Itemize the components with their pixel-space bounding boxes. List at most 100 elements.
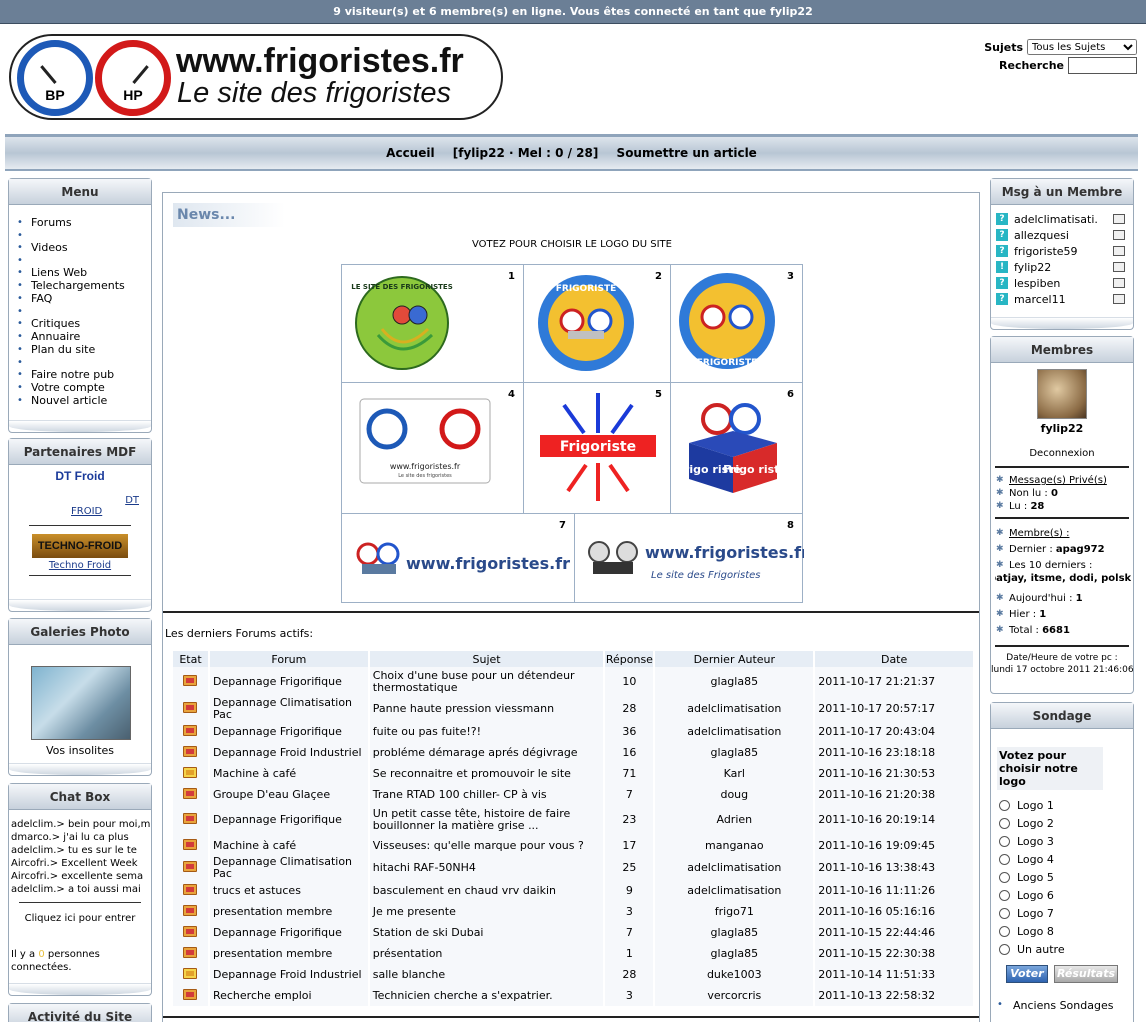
poll-option[interactable]: Logo 1 xyxy=(991,796,1133,814)
last-author-link[interactable]: adelclimatisation xyxy=(654,856,816,880)
forum-name-link[interactable]: Depannage Frigorifique xyxy=(208,922,370,943)
old-polls-link[interactable]: • Anciens Sondages xyxy=(997,999,1113,1012)
radio-button[interactable] xyxy=(999,853,1010,865)
radio-button[interactable] xyxy=(999,889,1010,901)
gallery-photo[interactable] xyxy=(31,666,131,740)
old-polls-label[interactable]: Anciens Sondages xyxy=(1013,999,1113,1012)
member-message-item[interactable]: ? frigoriste59 xyxy=(996,243,1133,259)
table-row[interactable]: Depannage Frigorifique Station de ski Dub… xyxy=(173,922,975,943)
last-author-link[interactable]: Karl xyxy=(654,763,816,784)
last-author-link[interactable]: adelclimatisation xyxy=(654,880,816,901)
menu-item-plan-du-site[interactable]: Plan du site xyxy=(17,343,151,356)
results-button[interactable]: Résultats xyxy=(1054,965,1118,983)
menu-item-telechargements[interactable]: Telechargements xyxy=(17,279,151,292)
topic-link[interactable]: fuite ou pas fuite!?! xyxy=(368,721,606,742)
topic-link[interactable]: hitachi RAF-50NH4 xyxy=(368,856,606,880)
forum-name-link[interactable]: Groupe D'eau Glaçee xyxy=(208,784,370,805)
poll-option-label[interactable]: Logo 5 xyxy=(1017,871,1054,884)
forum-name-link[interactable]: Depannage Froid Industriel xyxy=(208,964,370,985)
radio-button[interactable] xyxy=(999,871,1010,883)
poll-option-label[interactable]: Logo 2 xyxy=(1017,817,1054,830)
menu-item-votre-compte[interactable]: Votre compte xyxy=(17,381,151,394)
forum-name-link[interactable]: Machine à café xyxy=(208,835,370,856)
menu-item-faire-notre-pub[interactable]: Faire notre pub xyxy=(17,368,151,381)
table-row[interactable]: Machine à café Se reconnaitre et promouvo… xyxy=(173,763,975,784)
logo-option-5[interactable]: 5 Frigoriste xyxy=(523,382,671,514)
envelope-icon[interactable] xyxy=(1113,262,1125,272)
poll-option-label[interactable]: Logo 4 xyxy=(1017,853,1054,866)
topic-link[interactable]: probléme démarage aprés dégivrage xyxy=(368,742,606,763)
menu-item-videos[interactable]: Videos xyxy=(17,241,151,254)
member-name[interactable]: fylip22 xyxy=(1014,261,1051,274)
logo-option-7[interactable]: 7 www.frigoristes.fr xyxy=(341,513,575,603)
table-row[interactable]: presentation membre présentation 1 glagla85… xyxy=(173,943,975,964)
member-name[interactable]: adelclimatisati. xyxy=(1014,213,1098,226)
poll-option[interactable]: Logo 8 xyxy=(991,922,1133,940)
table-row[interactable]: Depannage Froid Industriel salle blanche 2… xyxy=(173,964,975,985)
envelope-icon[interactable] xyxy=(1113,214,1125,224)
forum-name-link[interactable]: presentation membre xyxy=(208,943,370,964)
last-author-link[interactable]: manganao xyxy=(654,835,816,856)
topic-link[interactable]: Visseuses: qu'elle marque pour vous ? xyxy=(368,835,606,856)
nav-user-mail-link[interactable]: [fylip22 · Mel : 0 / 28] xyxy=(453,146,599,160)
forum-name-link[interactable]: Depannage Climatisation Pac xyxy=(208,697,370,721)
forum-name-link[interactable]: Depannage Frigorifique xyxy=(208,667,370,697)
table-row[interactable]: trucs et astuces basculement en chaud vrv… xyxy=(173,880,975,901)
last-author-link[interactable]: glagla85 xyxy=(654,742,816,763)
topic-link[interactable]: basculement en chaud vrv daikin xyxy=(368,880,606,901)
private-messages-link[interactable]: Message(s) Privé(s) xyxy=(995,474,1131,487)
forum-name-link[interactable]: Recherche emploi xyxy=(208,985,370,1006)
radio-button[interactable] xyxy=(999,817,1010,829)
subjects-select[interactable]: Tous les Sujets xyxy=(1027,39,1137,55)
menu-item-critiques[interactable]: Critiques xyxy=(17,317,151,330)
last-author-link[interactable]: glagla85 xyxy=(654,667,816,697)
radio-button[interactable] xyxy=(999,925,1010,937)
radio-button[interactable] xyxy=(999,907,1010,919)
menu-item-nouvel-article[interactable]: Nouvel article xyxy=(17,394,151,407)
member-message-item[interactable]: ? lespiben xyxy=(996,275,1133,291)
techno-froid-link[interactable]: Techno Froid xyxy=(49,560,111,571)
logo-option-8[interactable]: 8 www.frigoristes.fr Le site des Frigori… xyxy=(574,513,809,603)
last-author-link[interactable]: Adrien xyxy=(654,805,816,835)
vote-button[interactable]: Voter xyxy=(1006,965,1048,983)
logo-option-1[interactable]: 1 LE SITE DES FRIGORISTES xyxy=(341,264,524,383)
logo-option-4[interactable]: 4 www.frigoristes.fr Le site des frigori… xyxy=(341,382,524,514)
topic-link[interactable]: Je me presente xyxy=(368,901,606,922)
table-row[interactable]: Depannage Frigorifique fuite ou pas fuite… xyxy=(173,721,975,742)
radio-button[interactable] xyxy=(999,943,1010,955)
forum-name-link[interactable]: presentation membre xyxy=(208,901,370,922)
forum-name-link[interactable]: trucs et astuces xyxy=(208,880,370,901)
dt-froid-link-b[interactable]: FROID xyxy=(71,506,102,517)
members-link[interactable]: Membre(s) : xyxy=(995,527,1131,540)
envelope-icon[interactable] xyxy=(1113,278,1125,288)
poll-option[interactable]: Logo 3 xyxy=(991,832,1133,850)
topic-link[interactable]: Choix d'une buse pour un détendeur therm… xyxy=(368,667,606,697)
poll-option[interactable]: Logo 4 xyxy=(991,850,1133,868)
last-member[interactable]: apag972 xyxy=(1056,544,1105,555)
menu-item-forums[interactable]: Forums xyxy=(17,216,151,229)
forum-name-link[interactable]: Depannage Frigorifique xyxy=(208,805,370,835)
table-row[interactable]: Depannage Climatisation Pac hitachi RAF-5… xyxy=(173,856,975,880)
last-author-link[interactable]: glagla85 xyxy=(654,922,816,943)
table-row[interactable]: Recherche emploi Technicien cherche a s'e… xyxy=(173,985,975,1006)
member-message-item[interactable]: ! fylip22 xyxy=(996,259,1133,275)
poll-option-label[interactable]: Logo 1 xyxy=(1017,799,1054,812)
gallery-caption[interactable]: Vos insolites xyxy=(9,744,151,757)
menu-item-faq[interactable]: FAQ xyxy=(17,292,151,305)
chat-enter-link[interactable]: Cliquez ici pour entrer xyxy=(9,913,151,924)
site-logo[interactable]: BP HP www.frigoristes.fr Le site des fri… xyxy=(9,34,503,120)
techno-froid-logo[interactable]: TECHNO-FROID xyxy=(32,534,128,558)
member-message-item[interactable]: ? adelclimatisati. xyxy=(996,211,1133,227)
poll-option[interactable]: Logo 6 xyxy=(991,886,1133,904)
nav-home-link[interactable]: Accueil xyxy=(386,146,434,160)
nav-submit-article-link[interactable]: Soumettre un article xyxy=(617,146,757,160)
poll-option[interactable]: Un autre xyxy=(991,940,1133,958)
topic-link[interactable]: Panne haute pression viessmann xyxy=(368,697,606,721)
envelope-icon[interactable] xyxy=(1113,294,1125,304)
topic-link[interactable]: Un petit casse tête, histoire de faire b… xyxy=(368,805,606,835)
topic-link[interactable]: Technicien cherche a s'expatrier. xyxy=(368,985,606,1006)
table-row[interactable]: Machine à café Visseuses: qu'elle marque … xyxy=(173,835,975,856)
table-row[interactable]: presentation membre Je me presente 3 frigo7… xyxy=(173,901,975,922)
member-name[interactable]: allezquesi xyxy=(1014,229,1069,242)
last-author-link[interactable]: adelclimatisation xyxy=(654,721,816,742)
